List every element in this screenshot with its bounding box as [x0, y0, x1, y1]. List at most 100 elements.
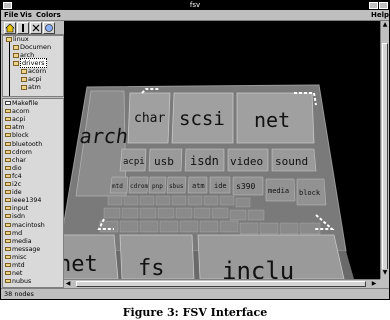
- window-menu-button[interactable]: [3, 2, 12, 9]
- tree-item[interactable]: linux: [6, 36, 29, 43]
- block-label-arch: arch: [78, 124, 129, 148]
- block-label-atm: atm: [192, 182, 205, 190]
- home-icon[interactable]: [4, 22, 16, 34]
- list-item-label: media: [12, 237, 32, 245]
- tree-item[interactable]: acpi: [21, 76, 42, 83]
- fsv-window: fsv File Vis Colors Help linux Documen a…: [0, 0, 390, 300]
- list-item[interactable]: media: [5, 237, 32, 246]
- folder-icon: [6, 36, 12, 42]
- list-item[interactable]: isdn: [5, 214, 25, 221]
- title-bar[interactable]: fsv: [1, 1, 389, 10]
- list-item[interactable]: nubus: [5, 278, 32, 286]
- list-item[interactable]: dio: [5, 164, 22, 173]
- list-item[interactable]: input: [5, 205, 28, 213]
- folder-icon: [5, 165, 11, 170]
- folder-icon: [5, 254, 11, 259]
- list-item[interactable]: Makefile: [5, 100, 39, 108]
- tree-connector: [9, 40, 10, 96]
- block-label-media: media: [268, 187, 289, 195]
- list-item-label: mtd: [12, 262, 25, 269]
- folder-icon: [13, 52, 19, 58]
- list-item[interactable]: misc: [5, 253, 27, 262]
- status-bar: 38 nodes: [1, 288, 389, 299]
- vertical-scrollbar[interactable]: ▲ ▼: [380, 21, 389, 279]
- list-item-label: isdn: [12, 213, 26, 221]
- list-item-label: macintosh: [12, 221, 45, 229]
- figure-caption: Figure 3: FSV Interface: [122, 306, 268, 319]
- horizontal-scrollbar[interactable]: ◀ ▶: [64, 279, 380, 288]
- horizontal-scroll-thumb[interactable]: [76, 281, 366, 287]
- list-item-label: md: [12, 229, 23, 237]
- menu-help[interactable]: Help: [371, 10, 389, 21]
- folder-icon: [21, 68, 27, 74]
- list-item[interactable]: block: [5, 133, 29, 140]
- vertical-scroll-thumb[interactable]: [382, 43, 388, 273]
- list-item[interactable]: message: [5, 245, 41, 254]
- list-item[interactable]: md: [5, 229, 23, 238]
- folder-icon: [5, 133, 11, 138]
- list-item[interactable]: macintosh: [5, 221, 45, 230]
- list-item[interactable]: cdrom: [5, 149, 32, 157]
- list-item[interactable]: i2c: [5, 181, 21, 189]
- tree-item-selected[interactable]: drivers: [13, 58, 47, 68]
- birdseye-icon[interactable]: [43, 22, 55, 34]
- folder-icon: [13, 44, 19, 50]
- block-label-net: net: [254, 108, 290, 132]
- list-item-label: ide: [12, 189, 22, 197]
- minimize-button[interactable]: [369, 2, 378, 9]
- list-item-label: misc: [12, 253, 27, 261]
- directory-tree[interactable]: linux Documen arch drivers acorn acpi at…: [2, 35, 64, 97]
- menu-colors[interactable]: Colors: [36, 10, 61, 21]
- folder-icon: [5, 271, 11, 276]
- window-title: fsv: [189, 1, 201, 9]
- maximize-button[interactable]: [379, 2, 388, 9]
- folder-icon: [5, 238, 11, 243]
- scroll-right-icon[interactable]: ▶: [370, 280, 378, 288]
- list-item[interactable]: mtd: [5, 262, 25, 270]
- menu-vis[interactable]: Vis: [20, 10, 32, 21]
- scroll-up-icon[interactable]: ▲: [381, 21, 389, 29]
- list-item-label: nubus: [12, 278, 32, 286]
- list-item-label: Makefile: [12, 100, 39, 107]
- block-label-isdn: isdn: [190, 154, 219, 168]
- scroll-down-icon[interactable]: ▼: [381, 269, 389, 277]
- list-item[interactable]: char: [5, 157, 26, 165]
- block-label-s390: s390: [236, 182, 255, 191]
- tree-item[interactable]: acorn: [21, 68, 46, 75]
- back-icon[interactable]: [30, 22, 42, 34]
- list-item[interactable]: ieee1394: [5, 197, 42, 205]
- file-list[interactable]: Makefile acorn acpi atm block bluetooth cdrom c…: [2, 98, 64, 288]
- block-label-char: char: [134, 111, 165, 126]
- block-label-include: inclu: [222, 257, 294, 279]
- tree-item[interactable]: atm: [21, 84, 41, 91]
- tree-item[interactable]: Documen: [13, 44, 51, 51]
- list-item[interactable]: ide: [5, 189, 22, 197]
- list-item[interactable]: acpi: [5, 116, 25, 124]
- list-item-label: message: [12, 245, 41, 253]
- block-label-cdrom: cdrom: [130, 183, 148, 190]
- list-item[interactable]: fc4: [5, 172, 22, 181]
- list-item-label: block: [12, 132, 29, 140]
- folder-icon: [5, 230, 11, 235]
- list-item-label: ieee1394: [12, 197, 42, 205]
- folder-icon: [21, 84, 27, 90]
- folder-icon: [5, 109, 11, 114]
- folder-icon: [5, 190, 11, 195]
- list-item[interactable]: bluetooth: [5, 140, 43, 149]
- up-icon[interactable]: [17, 22, 29, 34]
- 3d-viewport[interactable]: arch char scsi net acpi usb isdn video s…: [64, 21, 380, 279]
- folder-icon: [5, 157, 11, 162]
- list-item[interactable]: acorn: [5, 108, 30, 116]
- list-item-label: bluetooth: [12, 140, 43, 148]
- list-item-label: dio: [12, 164, 22, 172]
- list-item-label: atm: [12, 124, 25, 132]
- list-item[interactable]: net: [5, 270, 23, 278]
- file-icon: [5, 101, 11, 105]
- menu-file[interactable]: File: [4, 10, 18, 21]
- list-item[interactable]: atm: [5, 124, 25, 132]
- scroll-left-icon[interactable]: ◀: [64, 280, 72, 288]
- folder-icon: [13, 60, 19, 66]
- filesystem-visualization[interactable]: arch char scsi net acpi usb isdn video s…: [64, 21, 380, 279]
- list-item-label: net: [12, 270, 23, 278]
- list-item-label: fc4: [12, 172, 22, 180]
